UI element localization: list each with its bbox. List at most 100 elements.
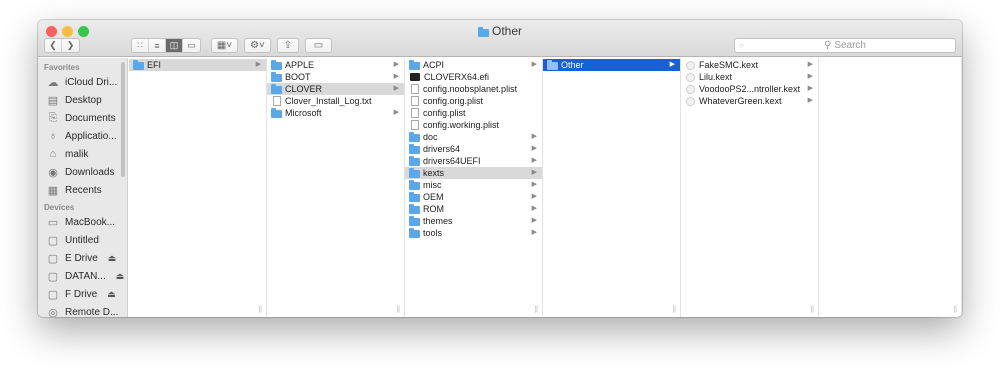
file-row[interactable]: themes ▶ [405,215,542,227]
sidebar-item-label: Untitled [65,234,99,246]
forward-button[interactable]: ❯ [62,39,79,52]
eject-icon[interactable]: ⏏ [107,289,116,300]
file-row[interactable]: ROM ▶ [405,203,542,215]
sidebar-item[interactable]: laptop-icon▭MacBook... [38,213,127,231]
disclosure-arrow-icon: ▶ [393,109,399,116]
file-row[interactable]: misc ▶ [405,179,542,191]
sidebar-item[interactable]: recents-icon▦Recents [38,181,127,199]
file-name: misc [423,180,442,190]
file-name: kexts [423,168,445,178]
disclosure-arrow-icon: ▶ [531,145,537,152]
gear-icon: ⚙˅ [250,40,265,51]
sidebar-item[interactable]: drive-icon▢E Drive⏏ [38,249,127,267]
column-resize-handle[interactable]: || [534,306,538,313]
browser-column: || [819,58,962,317]
executable-icon [410,73,420,81]
sidebar-item[interactable]: desktop-icon▤Desktop [38,91,127,109]
file-row[interactable]: APPLE ▶ [267,59,404,71]
disclosure-arrow-icon: ▶ [393,73,399,80]
sidebar-item[interactable]: remote-disc-icon◎Remote D... [38,303,127,318]
file-row[interactable]: CLOVERX64.efi [405,71,542,83]
eject-icon[interactable]: ⏏ [116,271,125,282]
file-row[interactable]: EFI ▶ [129,59,266,71]
share-icon: ⇧ [283,40,293,51]
column-resize-handle[interactable]: || [672,306,676,313]
file-row[interactable]: tools ▶ [405,227,542,239]
sidebar-item-label: Documents [65,112,116,124]
file-row[interactable]: FakeSMC.kext ▶ [681,59,818,71]
sidebar-item-label: DATAN... [65,270,106,282]
file-row[interactable]: kexts ▶ [405,167,542,179]
sidebar-item[interactable]: drive-icon▢Untitled [38,231,127,249]
file-row[interactable]: Other ▶ [543,59,680,71]
back-button[interactable]: ❮ [45,39,62,52]
list-view-icon: ≡ [154,40,160,51]
eject-icon[interactable]: ⏏ [108,253,117,264]
file-name: ROM [423,204,444,214]
sidebar-item[interactable]: home-icon⌂malik [38,145,127,163]
sidebar-header-devices: Devices [44,203,75,212]
file-row[interactable]: config.orig.plist [405,95,542,107]
file-row[interactable]: doc ▶ [405,131,542,143]
file-name: Lilu.kext [699,72,733,82]
document-icon [411,84,419,94]
column-resize-handle[interactable]: || [396,306,400,313]
file-name: ACPI [423,60,445,70]
sidebar-item[interactable]: applications-icon♁Applicatio... [38,127,127,145]
sidebar-scrollbar[interactable] [121,62,125,177]
file-row[interactable]: Microsoft ▶ [267,107,404,119]
file-row[interactable]: WhateverGreen.kext ▶ [681,95,818,107]
arrange-button[interactable]: ▦˅ [211,38,238,53]
file-row[interactable]: config.working.plist [405,119,542,131]
folder-icon [409,143,420,154]
sidebar-item[interactable]: drive-icon▢F Drive⏏ [38,285,127,303]
file-row[interactable]: config.plist [405,107,542,119]
sidebar-item[interactable]: documents-icon⎘Documents [38,109,127,127]
disclosure-arrow-icon: ▶ [807,73,813,80]
file-row[interactable]: config.noobsplanet.plist [405,83,542,95]
file-row[interactable]: OEM ▶ [405,191,542,203]
search-input[interactable]: ○ ⚲ Search [734,38,956,53]
icon-view-icon: ∷ [137,40,143,50]
window-title-text: Other [491,24,522,38]
file-row[interactable]: ACPI ▶ [405,59,542,71]
column-resize-handle[interactable]: || [258,306,262,313]
file-row[interactable]: drivers64 ▶ [405,143,542,155]
file-name: Microsoft [285,108,322,118]
file-name: config.noobsplanet.plist [423,84,518,94]
file-row[interactable]: Clover_Install_Log.txt [267,95,404,107]
file-name: EFI [147,60,162,70]
disclosure-arrow-icon: ▶ [531,157,537,164]
sidebar: Favorites cloud-icon☁iCloud Dri...deskto… [38,58,128,317]
column-view-button[interactable]: ◫ [166,39,183,52]
file-row[interactable]: BOOT ▶ [267,71,404,83]
file-name: Other [561,60,584,70]
sidebar-item[interactable]: drive-icon▢DATAN...⏏ [38,267,127,285]
icon-view-button[interactable]: ∷ [132,39,149,52]
file-row[interactable]: drivers64UEFI ▶ [405,155,542,167]
cover-flow-icon: ▭ [187,40,196,50]
column-resize-handle[interactable]: || [810,306,814,313]
list-view-button[interactable]: ≡ [149,39,166,52]
disclosure-arrow-icon: ▶ [807,61,813,68]
file-row[interactable]: Lilu.kext ▶ [681,71,818,83]
file-row[interactable]: CLOVER ▶ [267,83,404,95]
sidebar-item[interactable]: downloads-icon◉Downloads [38,163,127,181]
disclosure-arrow-icon: ▶ [255,61,261,68]
sidebar-item[interactable]: cloud-icon☁iCloud Dri... [38,73,127,91]
column-resize-handle[interactable]: || [953,306,957,313]
file-row[interactable]: VoodooPS2...ntroller.kext ▶ [681,83,818,95]
share-button[interactable]: ⇧ [277,38,299,53]
sidebar-item-label: Remote D... [65,306,119,318]
sidebar-item-label: Downloads [65,166,115,178]
document-icon [411,120,419,130]
sidebar-header-favorites: Favorites [44,63,80,72]
sidebar-item-label: iCloud Dri... [65,76,118,88]
sidebar-item-label: F Drive [65,288,98,300]
sidebar-item-label: Applicatio... [65,130,117,142]
file-name: drivers64 [423,144,461,154]
file-name: FakeSMC.kext [699,60,759,70]
tags-button[interactable]: ▭ [305,38,332,53]
action-button[interactable]: ⚙˅ [244,38,271,53]
cover-flow-button[interactable]: ▭ [183,39,200,52]
